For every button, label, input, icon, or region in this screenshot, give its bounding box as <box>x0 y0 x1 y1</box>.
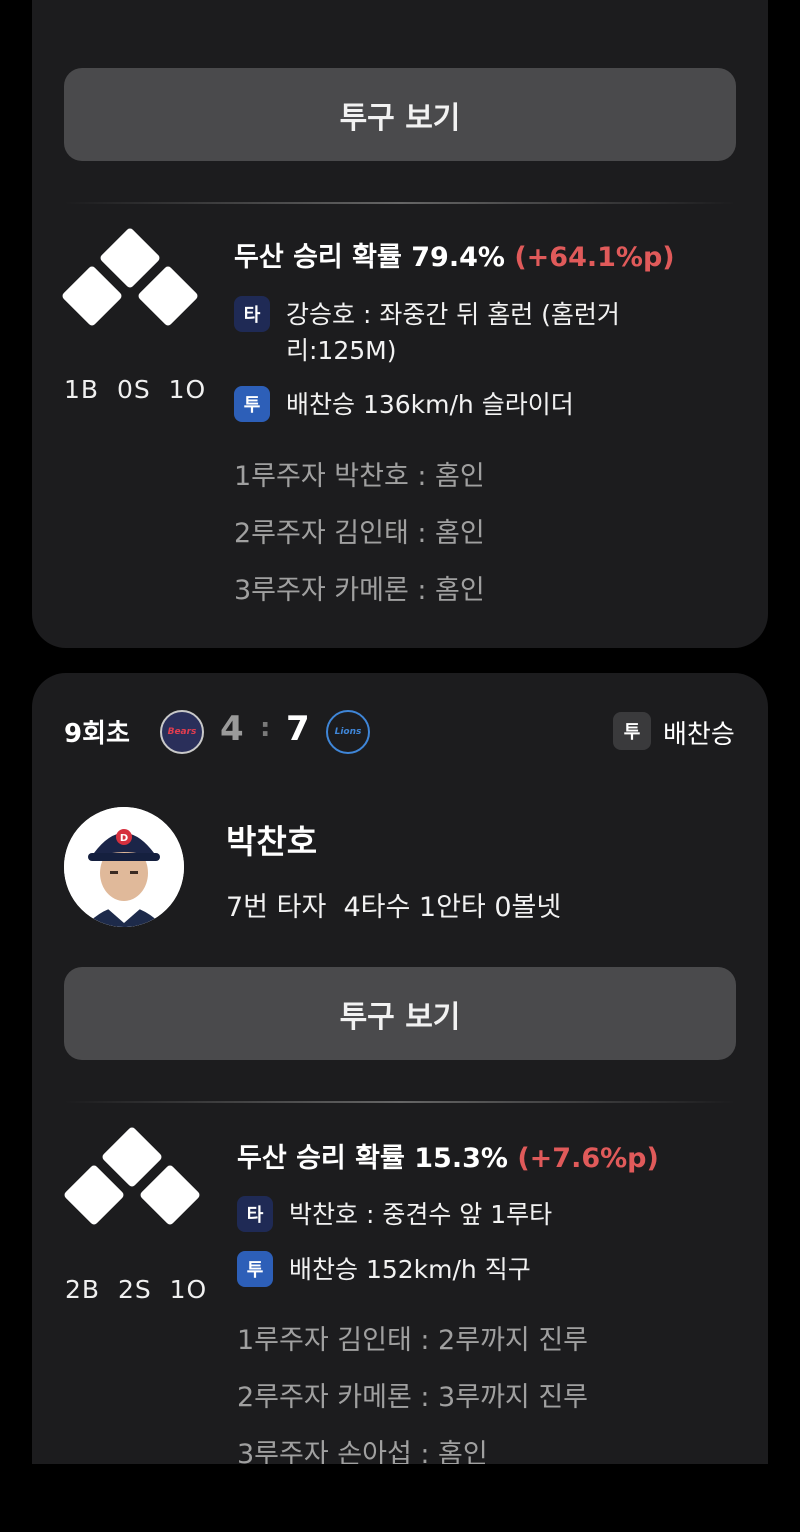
inning-label: 9회초 <box>64 719 130 749</box>
runner-line: 1루주자 박찬호 : 홈인 <box>234 461 485 492</box>
win-probability-delta: (+7.6%p) <box>517 1143 659 1174</box>
ball-strike-out-count: 2B 2S 1O <box>65 1275 208 1304</box>
lions-logo-icon: Lions <box>326 710 370 754</box>
win-probability-delta: (+64.1%p) <box>514 242 675 273</box>
bases-diamond-icon <box>60 226 200 334</box>
runner-line: 1루주자 김인태 : 2루까지 진루 <box>237 1325 589 1356</box>
home-score: 7 <box>286 709 310 749</box>
player-name: 박찬호 <box>226 822 318 861</box>
batter-event: 타 박찬호 : 중견수 앞 1루타 <box>237 1196 657 1233</box>
play-card-2: 9회초 Bears 4 : 7 Lions 투 배찬승 D 박찬호 7번 타자 … <box>32 673 768 1464</box>
divider <box>64 1101 736 1103</box>
first-base <box>136 264 200 328</box>
first-base <box>138 1163 202 1227</box>
player-stats: 7번 타자 4타수 1안타 0볼넷 <box>226 892 562 923</box>
batter-tag: 타 <box>234 296 270 332</box>
current-pitcher-tag: 투 <box>613 712 651 750</box>
pitcher-event: 투 배찬승 152km/h 직구 <box>237 1251 657 1288</box>
pitcher-tag: 투 <box>234 386 270 422</box>
batter-event-text: 강승호 : 좌중간 뒤 홈런 (홈런거리:125M) <box>286 300 620 365</box>
ball-strike-out-count: 1B 0S 1O <box>64 375 207 404</box>
pitcher-tag: 투 <box>237 1251 273 1287</box>
win-probability-text: 두산 승리 확률 79.4% <box>234 242 505 273</box>
bears-logo-icon: Bears <box>160 710 204 754</box>
pitcher-event-text: 배찬승 152km/h 직구 <box>289 1255 531 1284</box>
score-separator: : <box>260 713 271 743</box>
win-probability: 두산 승리 확률 15.3% (+7.6%p) <box>237 1136 659 1175</box>
divider <box>64 202 736 204</box>
win-probability-text: 두산 승리 확률 15.3% <box>237 1143 508 1174</box>
runner-line: 2루주자 카메론 : 3루까지 진루 <box>237 1382 589 1413</box>
runner-line: 2루주자 김인태 : 홈인 <box>234 518 485 549</box>
svg-text:D: D <box>120 833 128 844</box>
pitcher-event-text: 배찬승 136km/h 슬라이더 <box>286 390 574 419</box>
play-card-1: 투구 보기 1B 0S 1O 두산 승리 확률 79.4% (+64.1%p) … <box>32 0 768 648</box>
player-avatar: D <box>64 807 184 927</box>
win-probability: 두산 승리 확률 79.4% (+64.1%p) <box>234 235 675 274</box>
view-pitches-button[interactable]: 투구 보기 <box>64 68 736 161</box>
current-pitcher-name: 배찬승 <box>663 720 735 750</box>
runner-line: 3루주자 카메론 : 홈인 <box>234 575 485 606</box>
bases-diamond-icon <box>62 1125 202 1233</box>
runner-line: 3루주자 손아섭 : 홈인 <box>237 1439 488 1464</box>
pitcher-event: 투 배찬승 136km/h 슬라이더 <box>234 386 654 423</box>
away-score: 4 <box>220 709 244 749</box>
view-pitches-button[interactable]: 투구 보기 <box>64 967 736 1060</box>
batter-event-text: 박찬호 : 중견수 앞 1루타 <box>289 1200 553 1229</box>
third-base <box>62 1163 126 1227</box>
batter-event: 타 강승호 : 좌중간 뒤 홈런 (홈런거리:125M) <box>234 296 654 369</box>
batter-tag: 타 <box>237 1196 273 1232</box>
third-base <box>60 264 124 328</box>
